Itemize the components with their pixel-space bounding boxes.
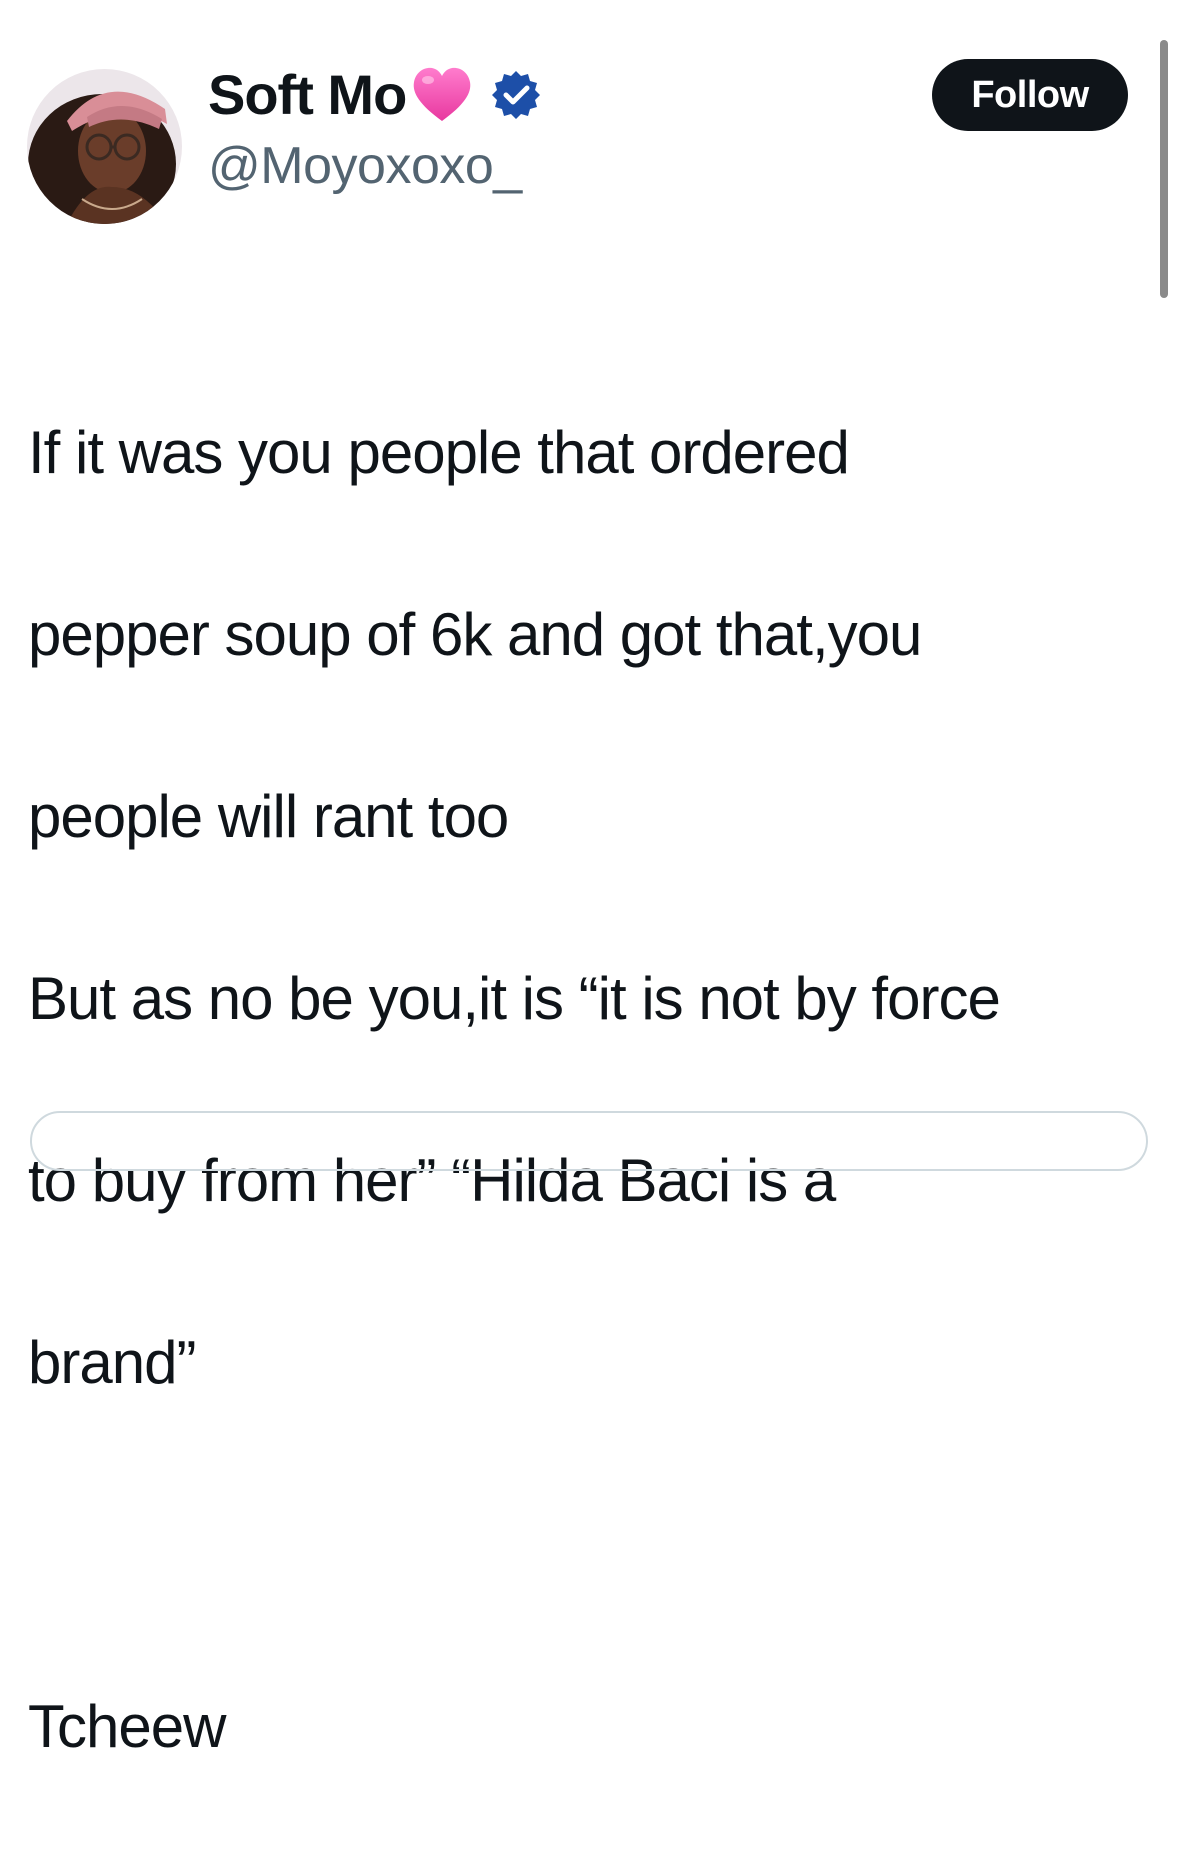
verified-badge-icon[interactable] xyxy=(490,69,542,121)
author-handle[interactable]: @Moyoxoxo_ xyxy=(208,140,522,192)
pink-heart-icon xyxy=(410,65,474,125)
tweet-text: If it was you people that ordered pepper… xyxy=(28,316,1163,1863)
tweet-text-line: But as no be you,it is “it is not by for… xyxy=(28,965,1001,1032)
author-display-name[interactable]: Soft Mo xyxy=(208,67,407,123)
tweet-text-line: brand” xyxy=(28,1329,196,1396)
tweet-text-line: pepper soup of 6k and got that,you xyxy=(28,601,922,668)
tweet-text-line: Tcheew xyxy=(28,1693,226,1760)
tweet-text-line: people will rant too xyxy=(28,783,509,850)
tweet-text-line: If it was you people that ordered xyxy=(28,419,850,486)
follow-button[interactable]: Follow xyxy=(932,59,1128,131)
author-name-row: Soft Mo xyxy=(208,62,542,128)
embedded-card-edge[interactable] xyxy=(30,1111,1148,1171)
avatar[interactable] xyxy=(27,69,182,224)
avatar-image xyxy=(27,69,182,224)
scrollbar[interactable] xyxy=(1160,40,1168,298)
